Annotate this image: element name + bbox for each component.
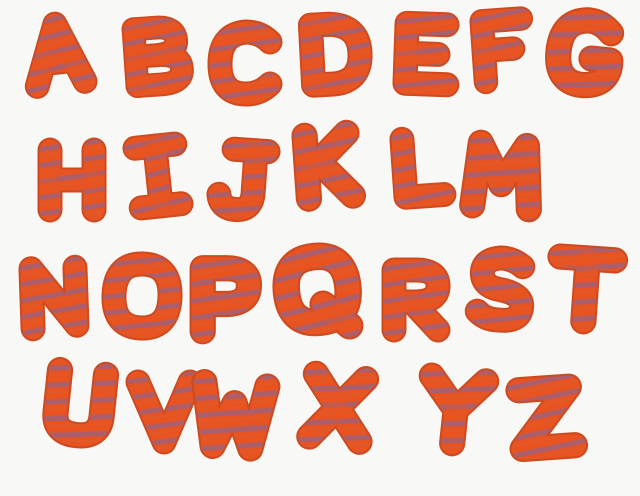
alphabet-letters [18, 6, 629, 463]
letter-u [42, 356, 120, 449]
letter-h [37, 137, 107, 223]
letter-l [389, 126, 457, 210]
letter-e [392, 10, 460, 98]
letter-s [464, 245, 536, 333]
letter-p [189, 255, 263, 345]
letter-z [505, 373, 589, 463]
letter-y [418, 362, 500, 457]
letter-x [296, 360, 380, 455]
letter-n [18, 254, 90, 342]
letter-v [125, 369, 203, 455]
letter-w [191, 369, 281, 462]
letter-j [206, 136, 281, 223]
letter-m [459, 129, 542, 223]
letter-r [381, 257, 451, 343]
alphabet-canvas [0, 0, 640, 496]
letter-k [291, 119, 367, 212]
letter-b [121, 15, 194, 98]
letter-i [122, 131, 194, 221]
letter-a [24, 11, 98, 99]
letter-c [207, 19, 283, 107]
letter-t [547, 243, 629, 335]
letter-q [272, 242, 364, 340]
letter-f [469, 6, 534, 95]
letter-g [545, 7, 625, 99]
letter-d [297, 11, 373, 98]
letter-o [101, 251, 183, 341]
